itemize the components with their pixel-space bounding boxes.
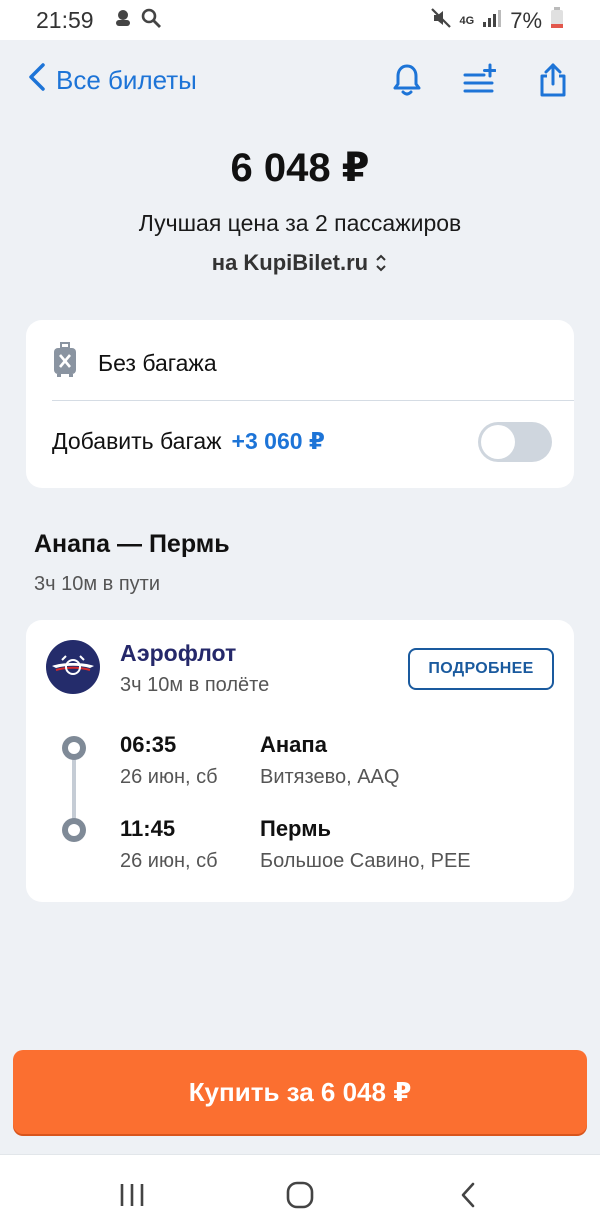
arrival-date: 26 июн, сб [120,850,218,872]
baggage-status: Без багажа [52,342,217,384]
divider [52,400,574,401]
departure-dot-icon [62,736,86,760]
airline-name: Аэрофлот [120,640,237,666]
details-button[interactable]: ПОДРОБНЕЕ [408,648,554,690]
baggage-card: Без багажа Добавить багаж +3 060 ₽ [26,320,574,488]
add-baggage-label: Добавить багаж [52,428,222,454]
departure-city: Анапа [260,732,327,757]
agent-selector[interactable]: на KupiBilet.ru [0,250,600,276]
back-nav-icon[interactable] [448,1175,488,1215]
add-baggage-price: +3 060 ₽ [231,428,325,454]
search-icon [140,7,162,34]
arrival-airport: Большое Савино, PEE [260,850,471,872]
toggle-knob [481,425,515,459]
add-baggage-row: Добавить багаж +3 060 ₽ [52,428,325,455]
back-label: Все билеты [56,65,197,95]
bell-icon[interactable] [390,62,424,98]
home-icon[interactable] [280,1175,320,1215]
airline-logo [46,640,100,694]
arrival-city: Пермь [260,816,331,841]
network-label: 4G [459,15,475,27]
arrival-dot-icon [62,818,86,842]
departure-time: 06:35 [120,732,177,757]
no-baggage-icon [52,342,78,384]
status-time: 21:59 [36,7,94,33]
battery-level: 7% [510,8,542,33]
share-icon[interactable] [536,62,570,98]
filter-add-icon[interactable] [462,62,496,98]
status-bar: 21:59 4G 7% [0,0,600,40]
battery-icon [550,7,564,35]
back-button[interactable]: Все билеты [28,62,197,99]
route-duration: 3ч 10м в пути [34,573,160,595]
baggage-toggle[interactable] [478,422,552,462]
signal-icon [482,8,502,34]
chevron-left-icon [28,62,46,99]
flight-card: Аэрофлот 3ч 10м в полёте ПОДРОБНЕЕ 06:35… [26,620,574,902]
mute-icon [430,7,452,35]
arrival-time: 11:45 [120,816,176,841]
departure-airport: Витязево, AAQ [260,766,400,788]
recent-apps-icon[interactable] [112,1175,152,1215]
baggage-current: Без багажа [98,349,217,376]
status-left-icons [112,7,162,34]
buy-button[interactable]: Купить за 6 048 ₽ [13,1050,587,1134]
agent-label: на KupiBilet.ru [211,250,369,275]
price-description: Лучшая цена за 2 пассажиров [138,210,462,236]
top-nav: Все билеты [0,40,600,120]
status-right-icons: 4G 7% [430,7,564,35]
notification-icon [112,7,134,34]
total-price: 6 048 ₽ [230,146,370,190]
flight-duration: 3ч 10м в полёте [120,674,270,696]
departure-date: 26 июн, сб [120,766,218,788]
expand-icon [374,250,388,275]
route-title: Анапа — Пермь [34,530,230,558]
system-nav-bar [0,1154,600,1232]
